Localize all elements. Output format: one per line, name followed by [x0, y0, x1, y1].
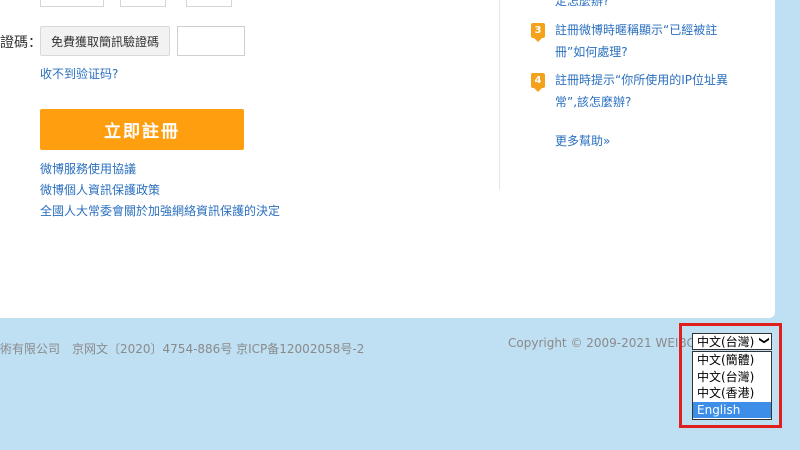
register-button[interactable]: 立即註冊 [40, 109, 244, 150]
footer-company: 術有限公司 [0, 342, 61, 356]
faq-number-badge: 4 [531, 73, 545, 92]
faq-number-badge: 3 [531, 23, 545, 42]
terms-link[interactable]: 微博服務使用協議 [40, 160, 136, 177]
faq-item-4-line2: 常”,該怎麼辦? [555, 95, 632, 109]
verification-code-label: 證碼： [0, 35, 42, 51]
faq-item-4[interactable]: 註冊時提示“你所使用的IP位址異 常”,該怎麼辦? [555, 69, 755, 113]
faq-item-4-line1: 註冊時提示“你所使用的IP位址異 [555, 73, 728, 87]
privacy-link[interactable]: 微博個人資訊保護政策 [40, 181, 160, 198]
partial-input-2[interactable] [120, 0, 166, 7]
faq-partial-line[interactable]: 定怎麼辦? [555, 0, 755, 12]
no-code-link[interactable]: 收不到验证码? [40, 65, 118, 82]
registration-panel: 證碼： 免費獲取簡訊驗證碼 收不到验证码? 立即註冊 微博服務使用協議 微博個人… [0, 0, 775, 318]
highlight-annotation-frame [679, 323, 782, 428]
faq-item-3-line2: 冊”如何處理? [555, 45, 628, 59]
get-sms-code-button[interactable]: 免費獲取簡訊驗證碼 [40, 26, 170, 56]
faq-item-3-line1: 註冊微博時暱稱顯示“已經被註 [555, 23, 718, 37]
verification-code-input[interactable] [177, 26, 245, 56]
npc-decision-link[interactable]: 全國人大常委會關於加強網絡資訊保護的決定 [40, 202, 280, 219]
partial-input-3[interactable] [186, 0, 232, 7]
faq-item-3[interactable]: 註冊微博時暱稱顯示“已經被註 冊”如何處理? [555, 19, 755, 63]
footer-copyright: Copyright © 2009-2021 WEIBO [508, 336, 696, 350]
partial-input-1[interactable] [40, 0, 104, 7]
footer-license[interactable]: 京网文〔2020〕4754-886号 京ICP备12002058号-2 [72, 340, 364, 357]
more-help-link[interactable]: 更多幫助» [555, 130, 755, 152]
column-divider [499, 0, 500, 190]
